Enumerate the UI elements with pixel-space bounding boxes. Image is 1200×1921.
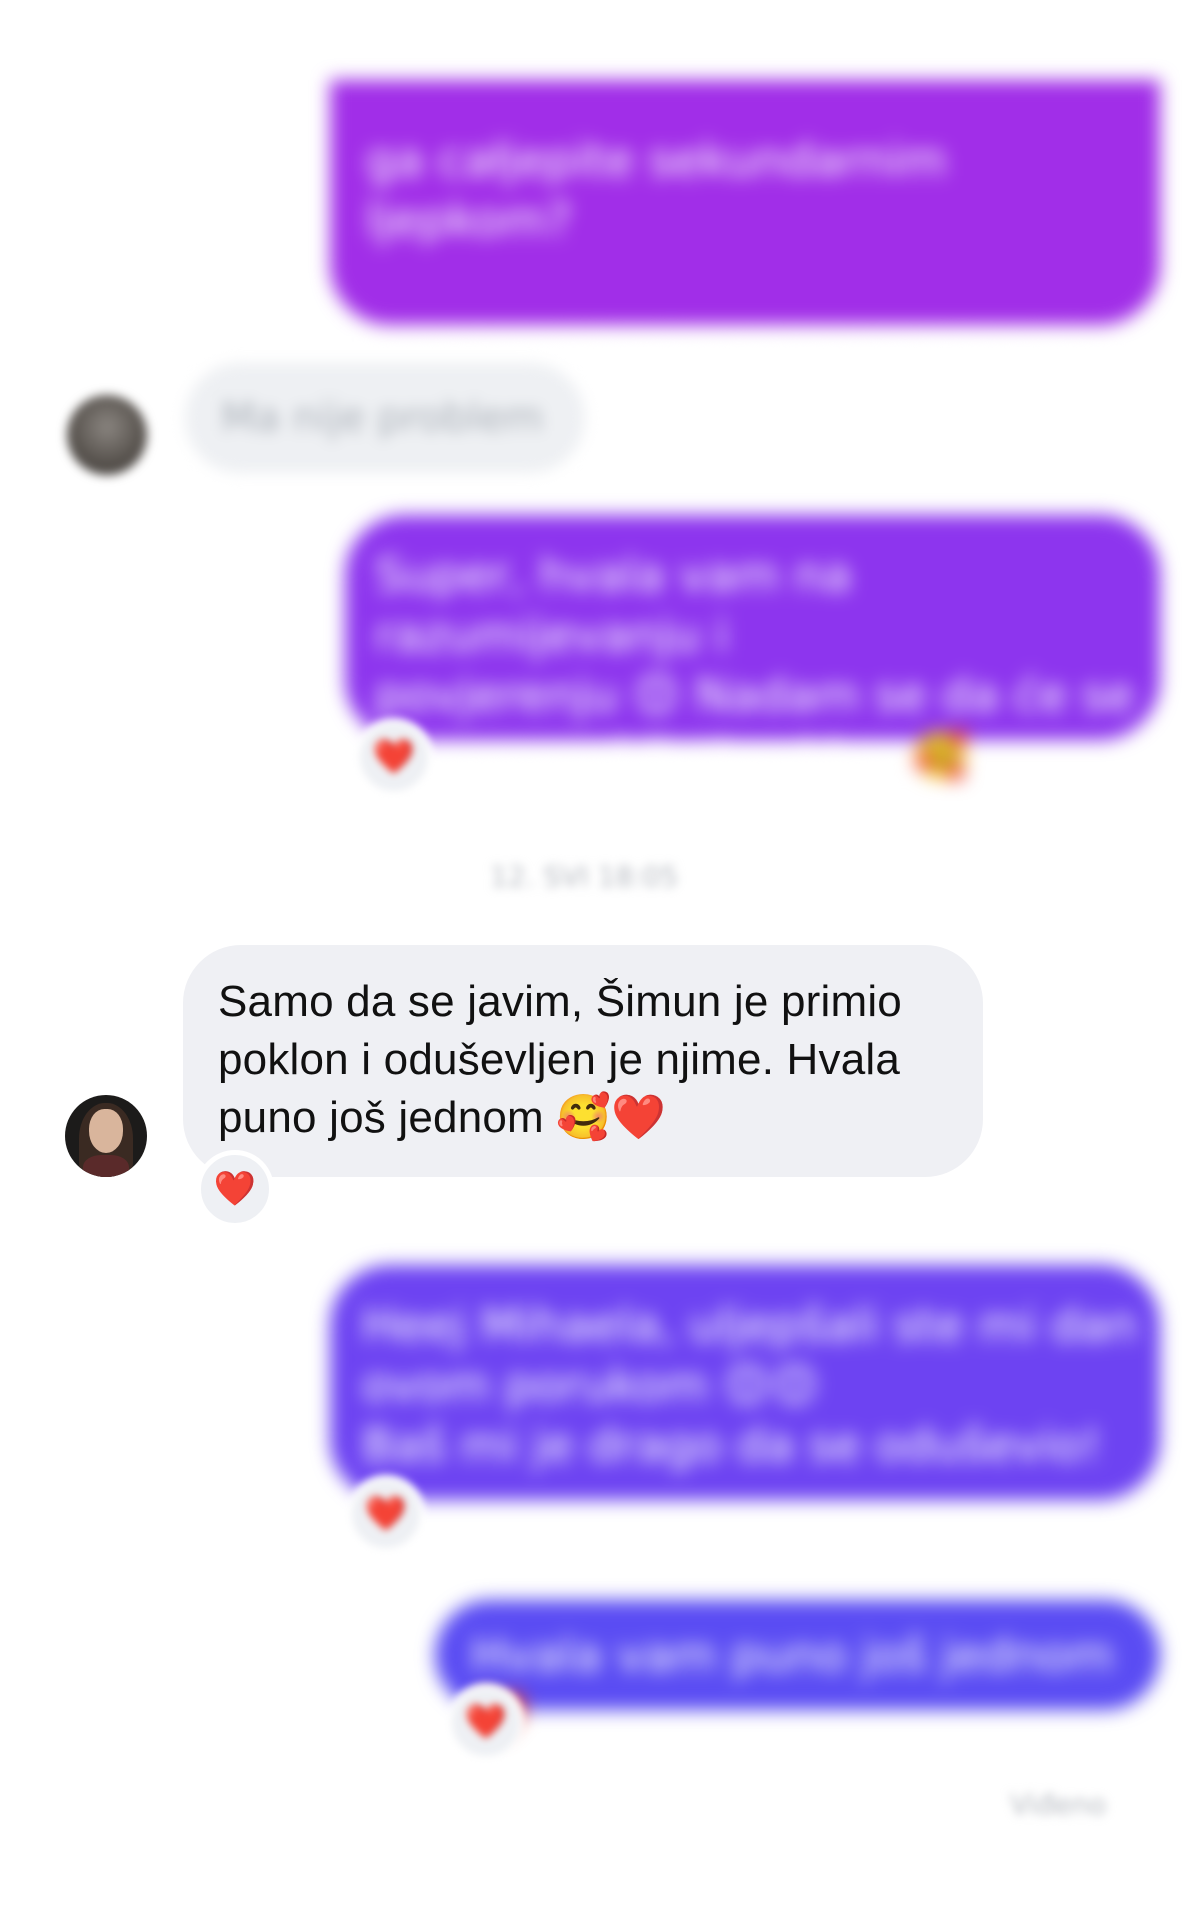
sender-avatar[interactable] <box>65 1095 147 1177</box>
message-text: Hvala vam puno još jednom ❤️ <box>471 1628 1114 1742</box>
incoming-message-bubble[interactable]: Samo da se javim, Šimun je primio poklon… <box>183 945 983 1177</box>
outgoing-message-bubble[interactable]: Super, hvala vam na razumijevanju i povj… <box>345 515 1160 782</box>
heart-reaction-badge[interactable]: ❤️ <box>355 718 433 796</box>
message-text: Heej Mihaela, uljepšali ste mi dan ovom … <box>362 1298 1138 1532</box>
heart-reaction-badge[interactable]: ❤️ <box>447 1683 525 1761</box>
heart-icon: ❤️ <box>213 1169 257 1209</box>
heart-reaction-badge[interactable]: ❤️ <box>196 1150 274 1228</box>
sender-avatar[interactable] <box>67 395 147 475</box>
heart-icon: ❤️ <box>372 737 416 777</box>
heart-icon: ❤️ <box>364 1494 408 1534</box>
message-text: Samo da se javim, Šimun je primio poklon… <box>218 977 902 1142</box>
avatar-face <box>89 1109 123 1153</box>
outgoing-message-bubble[interactable]: Hvala vam puno još jednom ❤️ <box>435 1600 1160 1742</box>
incoming-message-bubble[interactable]: Ma nije problem <box>185 363 585 473</box>
message-text: Super, hvala vam na razumijevanju i povj… <box>375 548 1134 782</box>
message-text-line: ga całjepite sekundarnim ljepkom? <box>366 133 947 247</box>
heart-reaction-badge[interactable]: ❤️ <box>347 1475 425 1553</box>
outgoing-message-bubble[interactable]: Heej Mihaela, uljepšali ste mi dan ovom … <box>330 1265 1160 1532</box>
avatar-shirt <box>83 1155 129 1177</box>
message-timestamp: 12. SVI 18:05 <box>490 860 679 893</box>
heart-icon: ❤️ <box>464 1702 508 1742</box>
seen-status: Viđeno <box>1010 1788 1107 1821</box>
message-text: Ma nije problem <box>221 395 544 441</box>
outgoing-message-bubble[interactable]: ga całjepite sekundarnim ljepkom? Drago … <box>330 80 1160 437</box>
